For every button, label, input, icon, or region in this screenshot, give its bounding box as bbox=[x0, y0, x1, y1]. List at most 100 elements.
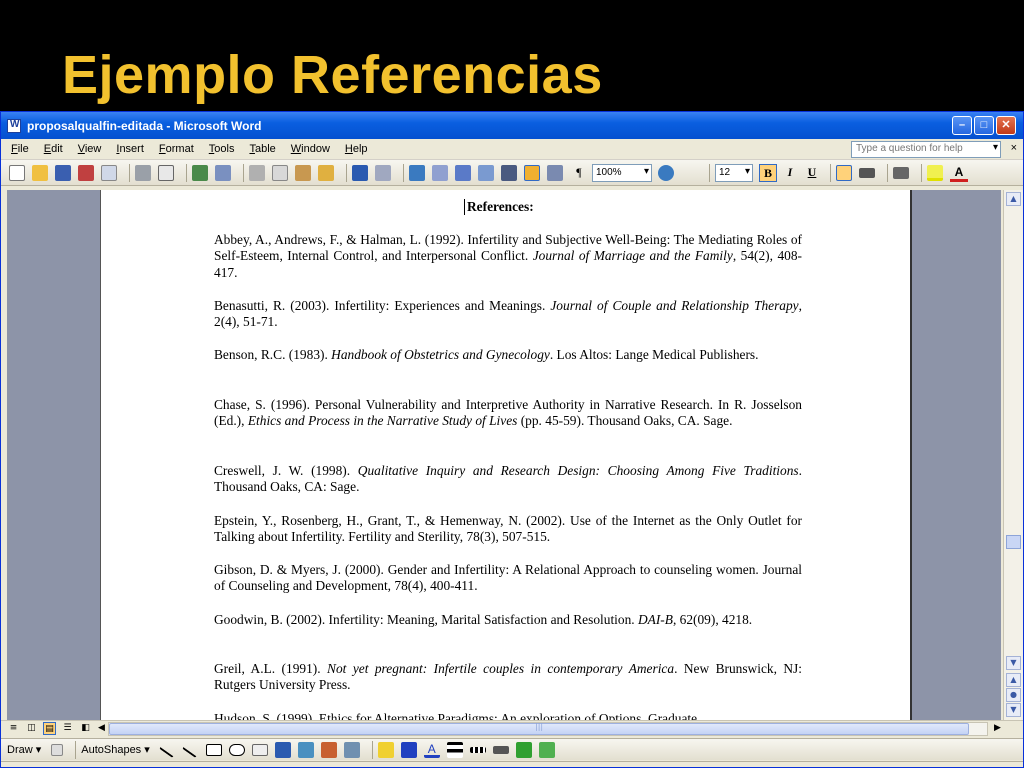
menu-tools[interactable]: Tools bbox=[209, 143, 235, 155]
insert-table-icon[interactable] bbox=[455, 164, 471, 181]
slide-title: Ejemplo Referencias bbox=[62, 45, 603, 105]
hyperlink-icon[interactable] bbox=[409, 164, 425, 181]
reading-layout-icon[interactable]: ◧ bbox=[79, 722, 92, 735]
horizontal-scroll-track[interactable] bbox=[108, 722, 988, 736]
line-icon[interactable] bbox=[158, 741, 177, 758]
vertical-scroll-thumb[interactable] bbox=[1006, 535, 1021, 549]
reference-entry: Creswell, J. W. (1998). Qualitative Inqu… bbox=[214, 463, 802, 495]
open-folder-icon[interactable] bbox=[32, 164, 48, 181]
picture-icon[interactable] bbox=[343, 741, 360, 758]
reference-entry: Hudson, S. (1999). Ethics for Alternativ… bbox=[214, 711, 698, 720]
copy-icon[interactable] bbox=[272, 164, 288, 181]
toolbar-separator bbox=[243, 163, 244, 182]
document-page[interactable]: References: Abbey, A., Andrews, F., & Ha… bbox=[100, 190, 912, 720]
maximize-button[interactable]: □ bbox=[974, 116, 994, 135]
redo-icon[interactable] bbox=[375, 164, 391, 181]
font-size-select[interactable]: 12 bbox=[715, 163, 753, 182]
text-color-icon[interactable]: A bbox=[423, 742, 440, 758]
drawing-icon[interactable] bbox=[524, 164, 540, 181]
tables-borders-icon[interactable] bbox=[432, 164, 448, 181]
help-icon[interactable] bbox=[658, 164, 674, 181]
standard-toolbar: ¶ 100% 12 B I U A bbox=[1, 160, 1023, 186]
select-objects-icon[interactable] bbox=[51, 743, 64, 756]
cut-icon[interactable] bbox=[249, 164, 265, 181]
next-page-icon[interactable]: ▼ bbox=[1006, 703, 1021, 717]
menu-file[interactable]: File bbox=[11, 143, 29, 155]
format-painter-icon[interactable] bbox=[318, 164, 334, 181]
toolbar-separator bbox=[346, 163, 347, 182]
menu-table[interactable]: Table bbox=[249, 143, 275, 155]
arrow-style-icon[interactable] bbox=[492, 745, 509, 754]
permission-icon[interactable] bbox=[78, 164, 94, 181]
fill-color-icon[interactable] bbox=[377, 741, 394, 758]
help-search-input[interactable]: Type a question for help bbox=[851, 141, 1001, 158]
justify-icon[interactable] bbox=[859, 167, 875, 178]
word-app-icon[interactable] bbox=[7, 118, 21, 133]
web-layout-icon[interactable]: ◫ bbox=[25, 722, 38, 735]
print-layout-icon[interactable]: ▤ bbox=[43, 722, 56, 735]
scroll-down-icon[interactable]: ▼ bbox=[1006, 656, 1021, 670]
menu-help[interactable]: Help bbox=[345, 143, 368, 155]
save-icon[interactable] bbox=[55, 164, 71, 181]
highlight-icon[interactable] bbox=[927, 164, 943, 181]
close-document-icon[interactable]: × bbox=[1011, 142, 1017, 154]
normal-view-icon[interactable]: ≡ bbox=[7, 722, 20, 735]
word-window: proposalqualfin-editada - Microsoft Word… bbox=[0, 111, 1024, 768]
paste-icon[interactable] bbox=[295, 164, 311, 181]
horizontal-scroll-thumb[interactable] bbox=[109, 722, 969, 735]
new-document-icon[interactable] bbox=[9, 164, 25, 181]
align-center-icon[interactable] bbox=[836, 164, 852, 181]
underline-button[interactable]: U bbox=[803, 164, 821, 182]
reference-entry: Epstein, Y., Rosenberg, H., Grant, T., &… bbox=[214, 513, 802, 545]
draw-menu-button[interactable]: Draw ▾ bbox=[7, 743, 41, 756]
3d-style-icon[interactable] bbox=[538, 741, 555, 758]
show-hide-icon[interactable]: ¶ bbox=[570, 164, 588, 182]
toolbar-separator bbox=[403, 163, 404, 182]
dash-style-icon[interactable] bbox=[469, 746, 486, 753]
shadow-style-icon[interactable] bbox=[515, 741, 532, 758]
scroll-up-icon[interactable]: ▲ bbox=[1006, 192, 1021, 206]
outline-view-icon[interactable]: ☰ bbox=[61, 722, 74, 735]
line-spacing-icon[interactable] bbox=[893, 166, 909, 179]
menu-view[interactable]: View bbox=[78, 143, 102, 155]
print-preview-icon[interactable] bbox=[158, 164, 174, 181]
toolbar-separator bbox=[186, 163, 187, 182]
columns-icon[interactable] bbox=[501, 164, 517, 181]
rectangle-icon[interactable] bbox=[205, 743, 222, 756]
undo-icon[interactable] bbox=[352, 164, 368, 181]
email-icon[interactable] bbox=[101, 164, 117, 181]
reference-entry: Abbey, A., Andrews, F., & Halman, L. (19… bbox=[214, 232, 802, 280]
italic-button[interactable]: I bbox=[781, 164, 799, 182]
research-icon[interactable] bbox=[215, 164, 231, 181]
zoom-select[interactable]: 100% bbox=[592, 163, 652, 182]
scroll-right-icon[interactable]: ▶ bbox=[991, 722, 1004, 735]
line-color-icon[interactable] bbox=[400, 741, 417, 758]
vertical-scrollbar[interactable]: ▲ ▼ ▲ ● ▼ bbox=[1003, 190, 1023, 720]
print-icon[interactable] bbox=[135, 164, 151, 181]
font-color-icon[interactable]: A bbox=[950, 164, 968, 182]
menu-insert[interactable]: Insert bbox=[116, 143, 144, 155]
close-button[interactable]: ✕ bbox=[996, 116, 1016, 135]
minimize-button[interactable]: – bbox=[952, 116, 972, 135]
title-bar[interactable]: proposalqualfin-editada - Microsoft Word… bbox=[1, 112, 1023, 139]
menu-window[interactable]: Window bbox=[291, 143, 330, 155]
insert-excel-icon[interactable] bbox=[478, 164, 494, 181]
clip-art-icon[interactable] bbox=[320, 741, 337, 758]
reference-entry: Goodwin, B. (2002). Infertility: Meaning… bbox=[214, 612, 753, 627]
oval-icon[interactable] bbox=[228, 743, 245, 756]
autoshapes-menu-button[interactable]: AutoShapes ▾ bbox=[81, 743, 150, 756]
arrow-icon[interactable] bbox=[181, 741, 200, 758]
menu-edit[interactable]: Edit bbox=[44, 143, 63, 155]
text-box-icon[interactable] bbox=[251, 743, 268, 756]
diagram-icon[interactable] bbox=[297, 741, 314, 758]
bold-button[interactable]: B bbox=[759, 163, 777, 182]
menu-format[interactable]: Format bbox=[159, 143, 194, 155]
previous-page-icon[interactable]: ▲ bbox=[1006, 673, 1021, 687]
scroll-left-icon[interactable]: ◀ bbox=[95, 722, 108, 735]
spelling-icon[interactable] bbox=[192, 164, 208, 181]
wordart-icon[interactable] bbox=[274, 741, 291, 758]
toolbar-separator bbox=[887, 163, 888, 182]
select-browse-object-icon[interactable]: ● bbox=[1006, 688, 1021, 702]
line-style-icon[interactable] bbox=[446, 741, 463, 758]
document-map-icon[interactable] bbox=[547, 164, 563, 181]
